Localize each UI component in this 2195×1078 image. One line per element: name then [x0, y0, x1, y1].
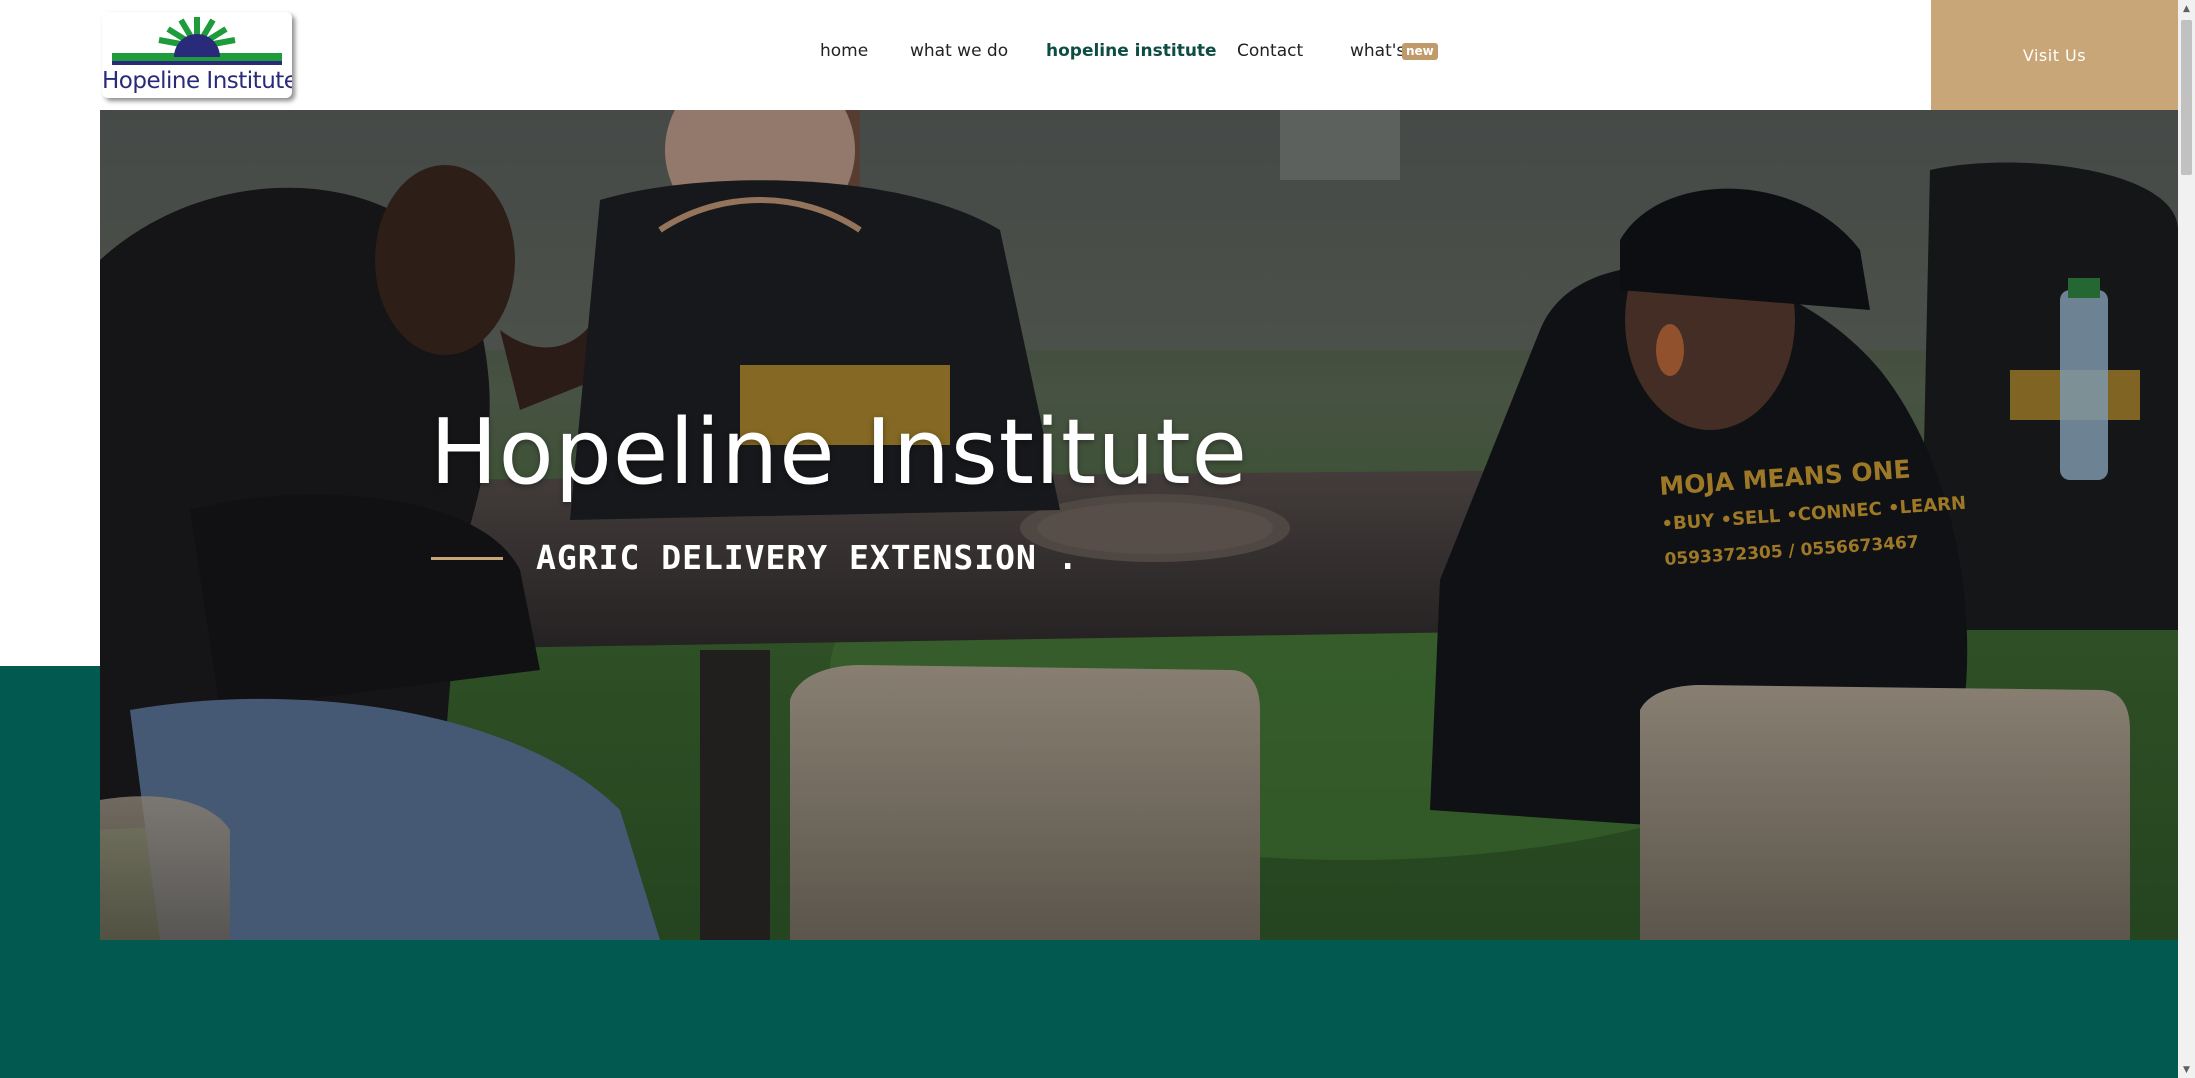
visit-us-button[interactable]: Visit Us — [1931, 0, 2178, 110]
page-scrollbar[interactable]: ▲ ▼ — [2178, 0, 2195, 1078]
hero-overlay — [100, 110, 2178, 940]
logo-text: Hopeline Institute — [102, 68, 292, 94]
nav-link-hopeline-institute[interactable]: hopeline institute — [1046, 41, 1217, 61]
nav-link-home[interactable]: home — [820, 41, 868, 61]
nav-link-what-we-do[interactable]: what we do — [910, 41, 1008, 61]
hero-banner: MOJA MEANS ONE •BUY •SELL •CONNEC •LEARN… — [100, 110, 2178, 940]
hero-subtitle: AGRIC DELIVERY EXTENSION . — [536, 538, 1079, 577]
site-header: Hopeline Institute home what we do hopel… — [0, 0, 2178, 110]
hero-title: Hopeline Institute — [430, 400, 1249, 505]
nav-link-contact[interactable]: Contact — [1237, 41, 1303, 61]
new-badge: new — [1402, 43, 1438, 60]
site-logo[interactable]: Hopeline Institute — [102, 12, 292, 98]
chevron-up-icon[interactable]: ▲ — [2178, 0, 2195, 17]
nav-link-whats-new[interactable]: what's — [1350, 41, 1405, 61]
chevron-down-icon[interactable]: ▼ — [2178, 1061, 2195, 1078]
hero-accent-line — [431, 557, 503, 560]
scrollbar-thumb[interactable] — [2181, 20, 2192, 175]
